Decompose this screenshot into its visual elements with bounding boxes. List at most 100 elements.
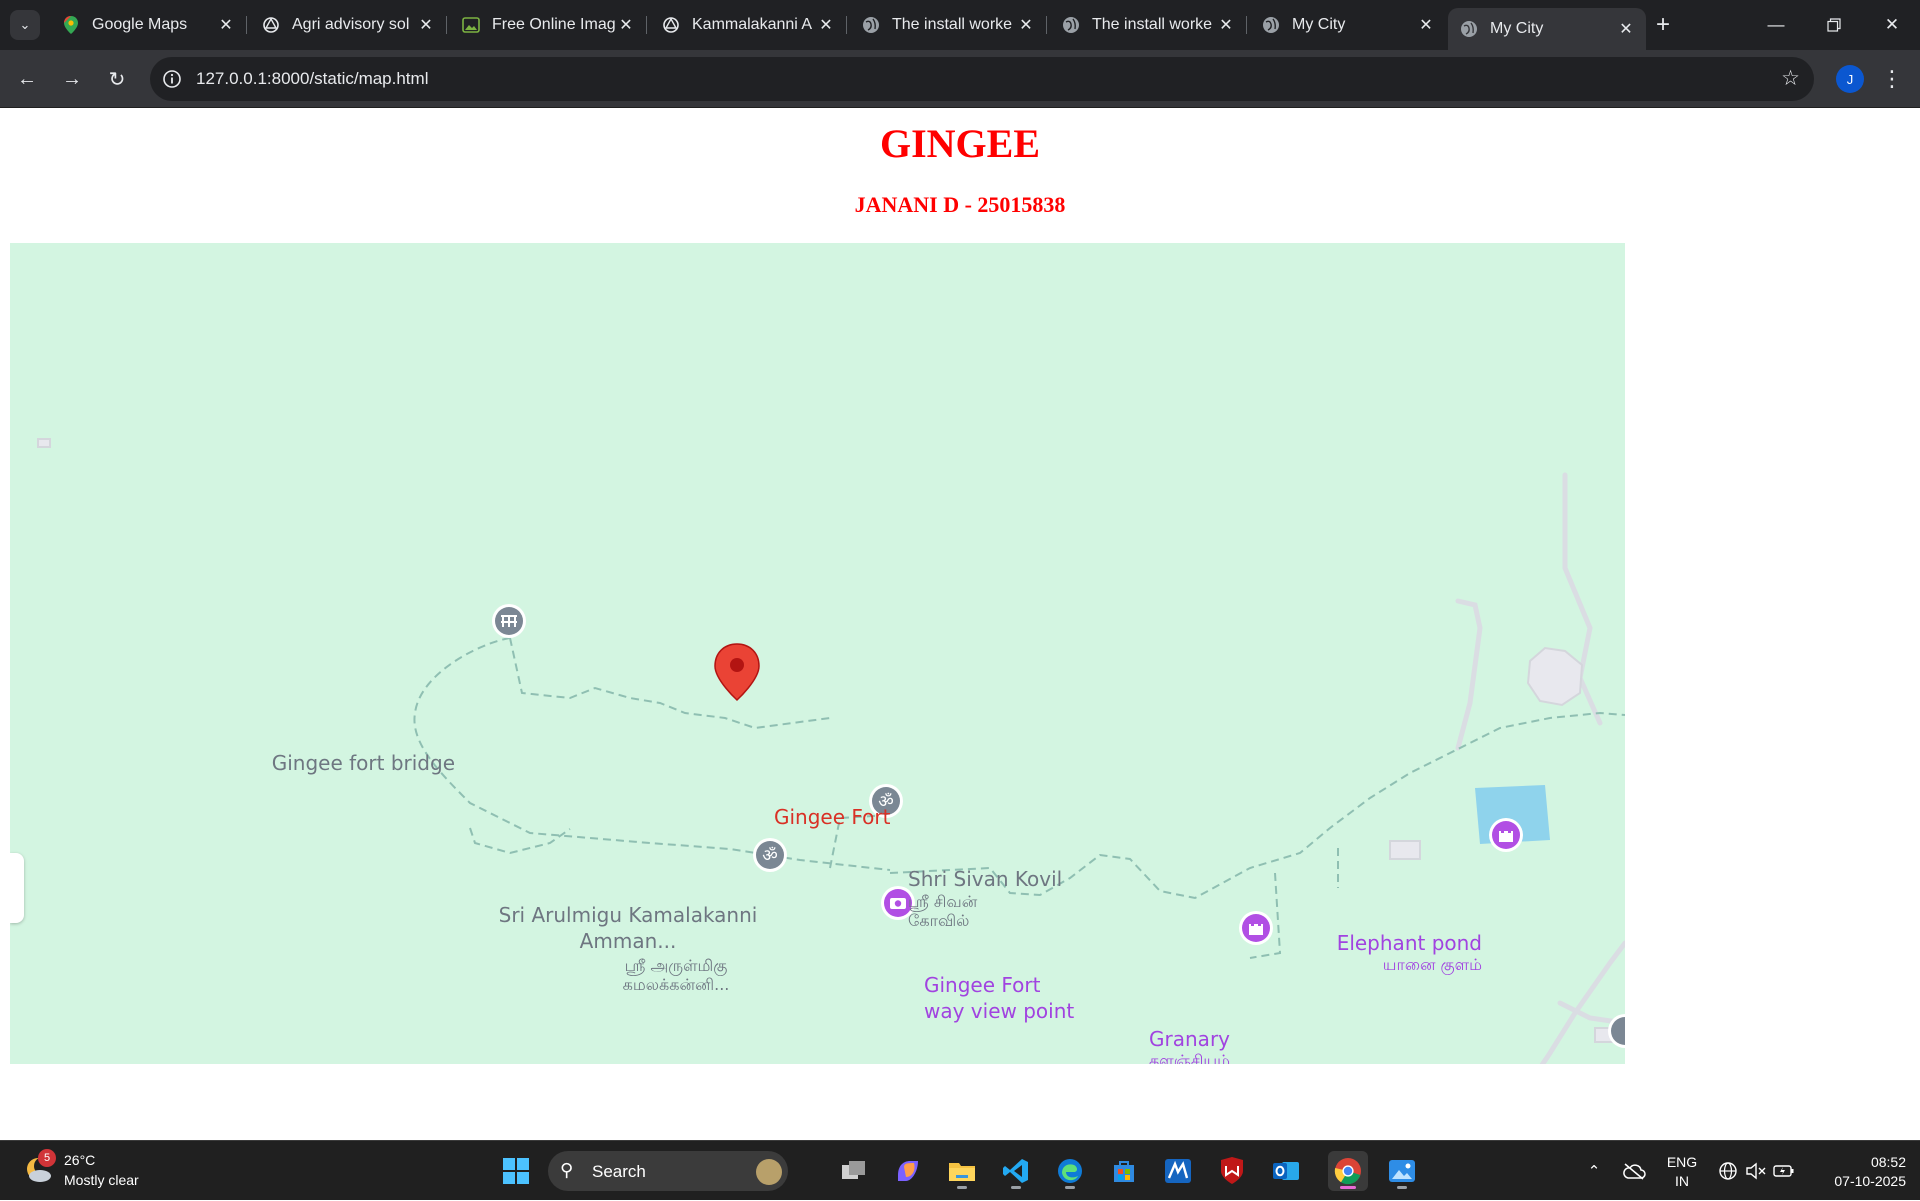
- tab-title: My City: [1292, 16, 1346, 33]
- windows-taskbar: 5 26°C Mostly clear ⚲ Search ⌃ ENG IN 08…: [0, 1140, 1920, 1200]
- onedrive-cloud-icon[interactable]: [1620, 1141, 1648, 1201]
- place-label-gingee-fort-bridge[interactable]: Gingee fort bridge: [230, 751, 455, 775]
- map-view[interactable]: ॐ ॐ Gingee fort bridge Gingee Fort Shri …: [10, 243, 1625, 1064]
- tab-google-maps[interactable]: Google Maps ✕: [50, 8, 246, 42]
- tab-install-worker-2[interactable]: The install worke ✕: [1050, 8, 1246, 42]
- place-label-granary-tamil: களஞ்சியம்: [1149, 1051, 1230, 1064]
- tray-chevron-up-icon[interactable]: ⌃: [1582, 1141, 1606, 1201]
- m-app-icon[interactable]: [1158, 1151, 1198, 1191]
- globe-favicon: [1460, 20, 1478, 38]
- chatgpt-favicon: [262, 16, 280, 34]
- globe-favicon: [1262, 16, 1280, 34]
- om-temple-icon[interactable]: ॐ: [750, 837, 790, 877]
- road-lines: [1455, 472, 1625, 1064]
- minimize-icon[interactable]: —: [1748, 0, 1804, 50]
- tab-close-icon[interactable]: ✕: [1216, 15, 1236, 35]
- page-content: GINGEE JANANI D - 25015838 ॐ ॐ Gingee fo…: [0, 108, 1920, 1140]
- tab-title: My City: [1490, 20, 1544, 37]
- tab-close-icon[interactable]: ✕: [416, 15, 436, 35]
- tab-title: Kammalakanni A: [692, 16, 813, 33]
- tab-title: The install worke: [1092, 16, 1213, 33]
- address-url[interactable]: 127.0.0.1:8000/static/map.html: [196, 69, 428, 89]
- edge-icon[interactable]: [1050, 1151, 1090, 1191]
- bookmark-star-icon[interactable]: ☆: [1781, 66, 1800, 91]
- place-label-elephant-pond-tamil: யானை குளம்: [1382, 955, 1482, 974]
- castle-icon[interactable]: [1486, 817, 1526, 857]
- microsoft-store-icon[interactable]: [1104, 1151, 1144, 1191]
- google-maps-favicon: [62, 16, 80, 34]
- language-indicator[interactable]: ENG IN: [1660, 1153, 1704, 1191]
- search-icon: ⚲: [560, 1160, 574, 1180]
- tab-separator: [1046, 16, 1047, 34]
- tab-close-icon[interactable]: ✕: [1016, 15, 1036, 35]
- tab-agri-advisory[interactable]: Agri advisory sol ✕: [250, 8, 446, 42]
- taskbar-search-box[interactable]: ⚲ Search: [548, 1151, 788, 1191]
- window-close-icon[interactable]: ✕: [1864, 0, 1920, 50]
- tab-install-worker-1[interactable]: The install worke ✕: [850, 8, 1046, 42]
- battery-charging-icon[interactable]: [1772, 1141, 1796, 1201]
- weather-condition[interactable]: Mostly clear: [64, 1172, 139, 1188]
- task-view-icon[interactable]: [834, 1151, 874, 1191]
- region-code: IN: [1675, 1173, 1689, 1189]
- tab-title: Free Online Imag: [492, 16, 616, 33]
- place-label-way-view-point[interactable]: Gingee Fort way view point: [924, 972, 1084, 1024]
- running-indicator: [1340, 1186, 1356, 1189]
- place-label-elephant-pond[interactable]: Elephant pond: [1280, 931, 1482, 955]
- vscode-icon[interactable]: [996, 1151, 1036, 1191]
- tab-close-icon[interactable]: ✕: [816, 15, 836, 35]
- address-bar[interactable]: 127.0.0.1:8000/static/map.html ☆: [150, 57, 1814, 101]
- gingee-fort-red-pin-icon[interactable]: [712, 643, 762, 701]
- castle-icon[interactable]: [1236, 910, 1276, 950]
- place-label-shri-sivan-kovil[interactable]: Shri Sivan Kovil: [908, 867, 1062, 891]
- tab-close-icon[interactable]: ✕: [616, 15, 636, 35]
- map-side-panel-handle[interactable]: [10, 853, 24, 923]
- tab-title: Google Maps: [92, 16, 188, 33]
- globe-favicon: [862, 16, 880, 34]
- weather-temperature[interactable]: 26°C: [64, 1152, 95, 1168]
- outlook-icon[interactable]: [1266, 1151, 1306, 1191]
- tab-kammalakanni[interactable]: Kammalakanni A ✕: [650, 8, 846, 42]
- tab-my-city-active[interactable]: My City ✕: [1448, 8, 1646, 50]
- tab-search-chevron-icon[interactable]: ⌄: [10, 10, 40, 40]
- mcafee-shield-icon[interactable]: [1212, 1151, 1252, 1191]
- place-label-granary[interactable]: Granary: [1100, 1027, 1230, 1051]
- tab-separator: [1246, 16, 1247, 34]
- tab-separator: [446, 16, 447, 34]
- chrome-icon[interactable]: [1328, 1151, 1368, 1191]
- svg-text:ॐ: ॐ: [762, 846, 778, 866]
- tab-free-online-image[interactable]: Free Online Imag ✕: [450, 8, 646, 42]
- page-title: GINGEE: [879, 121, 1041, 166]
- partial-marker-icon: [1608, 1014, 1625, 1048]
- running-indicator: [1397, 1186, 1407, 1189]
- image-favicon: [462, 16, 480, 34]
- taskbar-search-placeholder: Search: [592, 1162, 646, 1181]
- profile-avatar[interactable]: J: [1836, 65, 1864, 93]
- running-indicator: [1065, 1186, 1075, 1189]
- globe-favicon: [1062, 16, 1080, 34]
- tab-close-icon[interactable]: ✕: [1416, 15, 1436, 35]
- running-indicator: [957, 1186, 967, 1189]
- speaker-muted-icon[interactable]: [1744, 1141, 1768, 1201]
- site-info-icon[interactable]: [160, 67, 184, 91]
- restore-icon[interactable]: [1806, 0, 1862, 50]
- weather-alert-badge: 5: [38, 1149, 56, 1167]
- back-arrow-icon[interactable]: ←: [10, 62, 44, 96]
- forward-arrow-icon[interactable]: →: [55, 62, 89, 96]
- tab-my-city-1[interactable]: My City ✕: [1250, 8, 1446, 42]
- tab-separator: [846, 16, 847, 34]
- place-label-kamalakanni-amman[interactable]: Sri Arulmigu Kamalakanni Amman...: [498, 902, 758, 954]
- system-clock[interactable]: 08:52 07-10-2025: [1810, 1153, 1906, 1191]
- new-tab-plus-icon[interactable]: +: [1648, 11, 1678, 38]
- reload-icon[interactable]: ↻: [100, 62, 134, 96]
- file-explorer-icon[interactable]: [942, 1151, 982, 1191]
- copilot-icon[interactable]: [888, 1151, 928, 1191]
- main-marker-label[interactable]: Gingee Fort: [774, 805, 890, 829]
- network-globe-icon[interactable]: [1716, 1141, 1740, 1201]
- bridge-icon[interactable]: [489, 603, 529, 643]
- chatgpt-favicon: [662, 16, 680, 34]
- windows-start-icon[interactable]: [496, 1151, 536, 1191]
- tab-close-icon[interactable]: ✕: [216, 15, 236, 35]
- more-menu-icon[interactable]: ⋮: [1881, 62, 1903, 96]
- photos-app-icon[interactable]: [1382, 1151, 1422, 1191]
- tab-close-icon[interactable]: ✕: [1616, 19, 1636, 39]
